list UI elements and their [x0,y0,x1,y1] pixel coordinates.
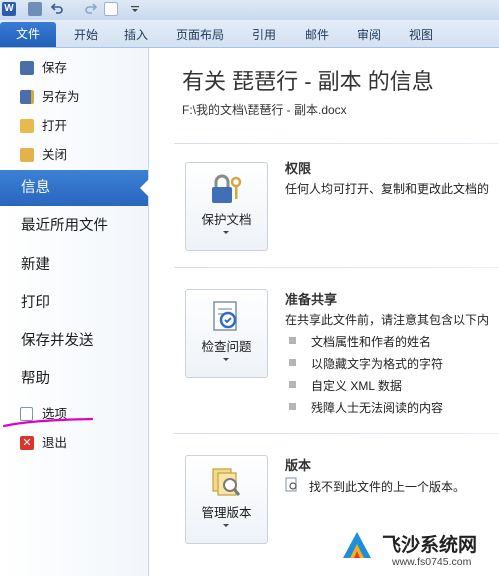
open-folder-icon [20,119,34,133]
watermark-name: 飞沙系统网 [382,535,478,556]
prepare-text: 在共享此文件前，请注意其包含以下内 [285,313,490,327]
inspect-document-icon [213,301,237,331]
nav-info[interactable]: 信息 [0,170,149,206]
save-as-label: 另存为 [42,90,80,104]
versions-text: 找不到此文件的上一个版本。 [309,480,466,494]
exit-command[interactable]: ✕ 退出 [20,432,67,454]
bullet-icon [289,359,296,366]
watermark-url: www.fs0745.com [392,556,472,568]
dropdown-arrow-icon [223,231,229,234]
close-label: 关闭 [42,148,68,162]
tab-page-layout[interactable]: 页面布局 [172,24,228,46]
redo-icon[interactable] [84,2,98,16]
tab-home[interactable]: 开始 [70,24,102,46]
nav-new[interactable]: 新建 [0,247,148,283]
save-command[interactable]: 保存 [20,57,67,79]
list-item-text: 残障人士无法阅读的内容 [311,401,444,415]
check-for-issues-label: 检查问题 [201,340,252,354]
tab-insert[interactable]: 插入 [120,24,152,46]
list-item: 文档属性和作者的姓名 [289,333,431,350]
check-for-issues-button[interactable]: 检查问题 [185,289,268,378]
watermark-logo-icon [343,532,371,558]
print-preview-icon[interactable] [104,2,118,16]
page-title: 有关 琵琶行 - 副本 的信息 [182,69,434,94]
list-item-text: 文档属性和作者的姓名 [311,335,432,349]
versions-heading: 版本 [285,458,312,473]
list-item: 残障人士无法阅读的内容 [289,399,443,416]
save-as-icon [20,90,34,104]
dropdown-arrow-icon [223,358,229,361]
title-bar: W [0,0,499,20]
backstage-nav: 保存 另存为 打开 关闭 信息 最近所用文件 新建 打印 保存并发送 帮助 选项… [0,48,149,576]
manage-versions-icon [212,468,241,496]
tab-file[interactable]: 文件 [0,22,56,47]
bullet-icon [289,403,296,410]
list-item-text: 以隐藏文字为格式的字符 [311,357,444,371]
dropdown-arrow-icon [223,524,229,527]
document-path: F:\我的文档\琵琶行 - 副本.docx [182,103,347,117]
save-as-command[interactable]: 另存为 [20,86,80,108]
bullet-icon [289,381,296,388]
close-folder-icon [20,148,34,162]
nav-help[interactable]: 帮助 [0,361,148,397]
prepare-heading: 准备共享 [285,292,338,307]
exit-icon: ✕ [20,436,34,450]
nav-save-send[interactable]: 保存并发送 [0,323,148,359]
protect-document-button[interactable]: 保护文档 [185,162,268,251]
word-app-icon[interactable]: W [2,2,16,16]
divider [174,433,499,434]
manage-versions-button[interactable]: 管理版本 [185,455,268,544]
versions-text-row: 找不到此文件的上一个版本。 [285,477,466,495]
ribbon-tabs: 文件 开始 插入 页面布局 引用 邮件 审阅 视图 [0,20,499,48]
list-item: 自定义 XML 数据 [289,377,402,394]
tab-mailings[interactable]: 邮件 [301,24,333,46]
tab-view[interactable]: 视图 [405,24,437,46]
exit-label: 退出 [42,436,68,450]
open-label: 打开 [42,119,68,133]
divider [174,143,499,144]
permissions-heading: 权限 [285,161,312,176]
permissions-text: 任何人均可打开、复制和更改此文档的 [285,182,490,196]
bullet-icon [289,337,296,344]
list-item: 以隐藏文字为格式的字符 [289,355,443,372]
list-item-text: 自定义 XML 数据 [311,379,402,393]
tab-review[interactable]: 审阅 [353,24,385,46]
annotation-underline [2,417,94,428]
manage-versions-label: 管理版本 [201,506,252,520]
nav-recent[interactable]: 最近所用文件 [0,208,148,244]
close-command[interactable]: 关闭 [20,144,67,166]
nav-print[interactable]: 打印 [0,285,148,321]
undo-icon[interactable] [50,2,64,16]
save-icon [20,61,34,75]
lock-key-icon [212,174,242,203]
save-label: 保存 [42,61,68,75]
open-command[interactable]: 打开 [20,115,67,137]
protect-document-label: 保护文档 [201,213,252,227]
customize-toolbar-icon[interactable] [130,2,144,16]
document-search-icon [285,477,297,492]
divider [174,267,499,268]
info-pane: 有关 琵琶行 - 副本 的信息 F:\我的文档\琵琶行 - 副本.docx 保护… [149,48,499,576]
tab-references[interactable]: 引用 [248,24,280,46]
quick-save-icon[interactable] [28,2,42,16]
